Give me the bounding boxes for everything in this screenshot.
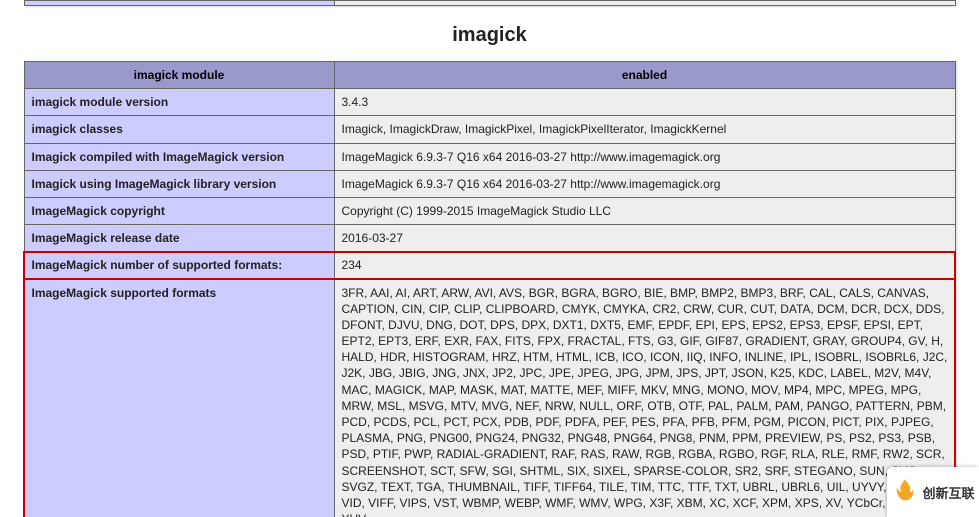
table-row: Imagick compiled with ImageMagick versio… bbox=[24, 143, 955, 170]
header-module-label: imagick module bbox=[24, 62, 334, 89]
previous-table-stub bbox=[24, 0, 956, 6]
table-row-highlighted: ImageMagick supported formats 3FR, AAI, … bbox=[24, 279, 955, 517]
row-label: Imagick compiled with ImageMagick versio… bbox=[24, 143, 334, 170]
row-label: imagick module version bbox=[24, 89, 334, 116]
row-value: Imagick, ImagickDraw, ImagickPixel, Imag… bbox=[334, 116, 955, 143]
row-value: 3FR, AAI, AI, ART, ARW, AVI, AVS, BGR, B… bbox=[334, 279, 955, 517]
table-row: ImageMagick copyright Copyright (C) 1999… bbox=[24, 197, 955, 224]
row-label: imagick classes bbox=[24, 116, 334, 143]
table-row: imagick module version 3.4.3 bbox=[24, 89, 955, 116]
row-label: ImageMagick number of supported formats: bbox=[24, 252, 334, 279]
row-value: ImageMagick 6.9.3-7 Q16 x64 2016-03-27 h… bbox=[334, 143, 955, 170]
table-header-row: imagick module enabled bbox=[24, 62, 955, 89]
row-value: 234 bbox=[334, 252, 955, 279]
table-row-highlighted: ImageMagick number of supported formats:… bbox=[24, 252, 955, 279]
table-row: ImageMagick release date 2016-03-27 bbox=[24, 225, 955, 252]
row-value: ImageMagick 6.9.3-7 Q16 x64 2016-03-27 h… bbox=[334, 170, 955, 197]
table-row: imagick classes Imagick, ImagickDraw, Im… bbox=[24, 116, 955, 143]
table-row: Imagick using ImageMagick library versio… bbox=[24, 170, 955, 197]
row-label: ImageMagick copyright bbox=[24, 197, 334, 224]
watermark-text: 创新互联 bbox=[922, 483, 974, 502]
row-value: 3.4.3 bbox=[334, 89, 955, 116]
row-label: Imagick using ImageMagick library versio… bbox=[24, 170, 334, 197]
section-title: imagick bbox=[0, 24, 979, 47]
flame-icon bbox=[891, 477, 919, 508]
row-label: ImageMagick supported formats bbox=[24, 279, 334, 517]
header-enabled-label: enabled bbox=[334, 62, 955, 89]
row-value: Copyright (C) 1999-2015 ImageMagick Stud… bbox=[334, 197, 955, 224]
row-label: ImageMagick release date bbox=[24, 225, 334, 252]
watermark-widget[interactable]: 创新互联 bbox=[887, 467, 979, 517]
imagick-table: imagick module enabled imagick module ve… bbox=[24, 61, 956, 517]
row-value: 2016-03-27 bbox=[334, 225, 955, 252]
